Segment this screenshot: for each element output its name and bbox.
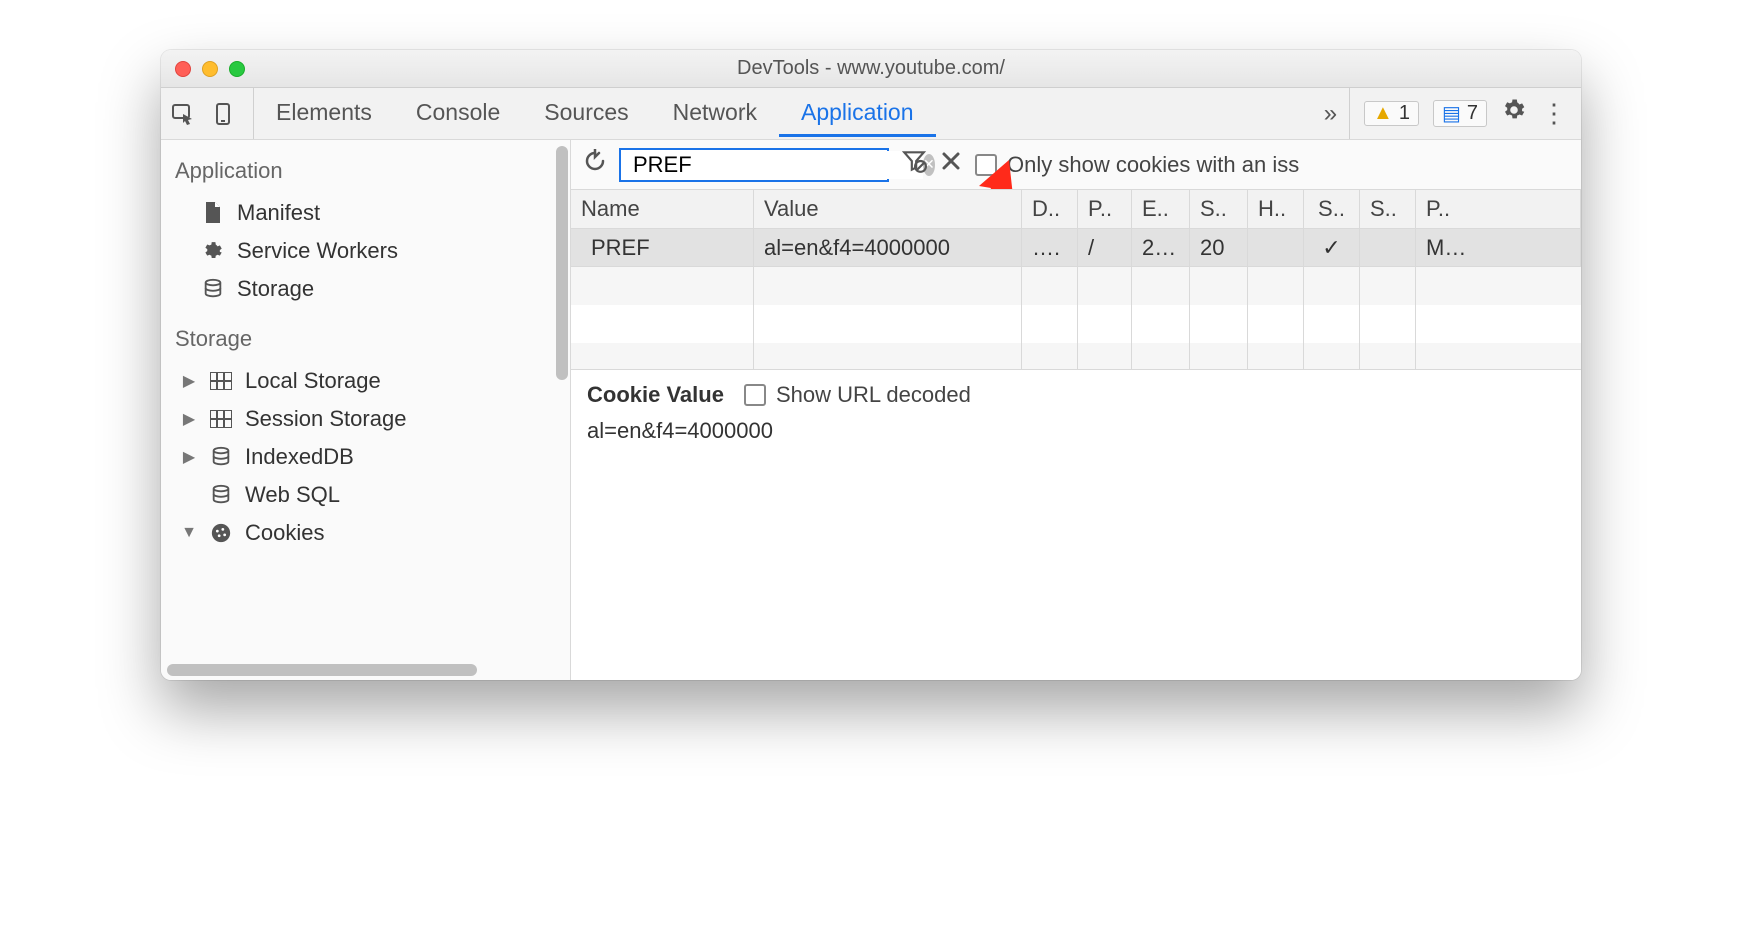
cell-path: / bbox=[1078, 229, 1132, 267]
disclosure-icon: ▶ bbox=[181, 409, 197, 429]
sidebar: Application Manifest Service Workers bbox=[161, 140, 571, 680]
table-row[interactable]: PREF al=en&f4=4000000 …. / 2… 20 ✓ M… bbox=[571, 229, 1581, 267]
cookies-panel: ✕ Only show coo bbox=[571, 140, 1581, 680]
cell-expires: 2… bbox=[1132, 229, 1190, 267]
col-expires[interactable]: E.. bbox=[1132, 190, 1190, 229]
group-storage-label: Storage bbox=[175, 326, 556, 352]
cookie-value-text: al=en&f4=4000000 bbox=[587, 418, 1565, 444]
cell-size: 20 bbox=[1190, 229, 1248, 267]
sidebar-item-label: IndexedDB bbox=[245, 444, 354, 470]
settings-button[interactable] bbox=[1501, 97, 1527, 130]
cell-name: PREF bbox=[571, 229, 754, 267]
group-application-label: Application bbox=[175, 158, 556, 184]
table-body: PREF al=en&f4=4000000 …. / 2… 20 ✓ M… bbox=[571, 229, 1581, 369]
sidebar-item-storage[interactable]: Storage bbox=[161, 270, 570, 308]
sidebar-item-label: Web SQL bbox=[245, 482, 340, 508]
col-value[interactable]: Value bbox=[754, 190, 1022, 229]
only-show-issues-toggle[interactable]: Only show cookies with an iss bbox=[975, 152, 1299, 178]
cell-priority: M… bbox=[1416, 229, 1581, 267]
tab-sources[interactable]: Sources bbox=[522, 88, 650, 139]
checkbox-icon[interactable] bbox=[744, 384, 766, 406]
tab-console[interactable]: Console bbox=[394, 88, 522, 139]
disclosure-icon: ▶ bbox=[181, 371, 197, 391]
sidebar-item-local-storage[interactable]: ▶ Local Storage bbox=[161, 362, 570, 400]
gear-icon bbox=[201, 239, 225, 263]
more-tabs-button[interactable]: » bbox=[1312, 88, 1350, 139]
sidebar-item-session-storage[interactable]: ▶ Session Storage bbox=[161, 400, 570, 438]
inspect-element-icon[interactable] bbox=[171, 102, 195, 126]
cookie-icon bbox=[209, 521, 233, 545]
device-mode-icon[interactable] bbox=[213, 102, 237, 126]
messages-count: 7 bbox=[1467, 102, 1478, 125]
grid-icon bbox=[209, 369, 233, 393]
cookie-filter-text[interactable] bbox=[631, 151, 923, 179]
sidebar-scrollbar[interactable] bbox=[556, 146, 568, 380]
warning-icon: ▲ bbox=[1373, 102, 1393, 125]
col-samesite[interactable]: S.. bbox=[1360, 190, 1416, 229]
refresh-button[interactable] bbox=[583, 149, 607, 180]
message-icon: ▤ bbox=[1442, 101, 1461, 126]
cookies-toolbar: ✕ Only show coo bbox=[571, 140, 1581, 190]
sidebar-item-label: Session Storage bbox=[245, 406, 406, 432]
col-priority[interactable]: P.. bbox=[1416, 190, 1581, 229]
delete-cookie-button[interactable] bbox=[939, 149, 963, 180]
disclosure-icon: ▼ bbox=[181, 524, 197, 542]
sidebar-item-indexeddb[interactable]: ▶ IndexedDB bbox=[161, 438, 570, 476]
col-name[interactable]: Name bbox=[571, 190, 754, 229]
panel-body: Application Manifest Service Workers bbox=[161, 140, 1581, 680]
cell-samesite bbox=[1360, 229, 1416, 267]
checkbox-icon[interactable] bbox=[975, 154, 997, 176]
messages-badge[interactable]: ▤ 7 bbox=[1433, 100, 1487, 127]
cell-value: al=en&f4=4000000 bbox=[754, 229, 1022, 267]
cell-secure: ✓ bbox=[1304, 229, 1360, 267]
col-domain[interactable]: D.. bbox=[1022, 190, 1078, 229]
sidebar-h-scrollbar[interactable] bbox=[167, 664, 477, 676]
table-header: Name Value D.. P.. E.. S.. H.. S.. S.. P… bbox=[571, 190, 1581, 229]
col-path[interactable]: P.. bbox=[1078, 190, 1132, 229]
sidebar-item-label: Manifest bbox=[237, 200, 320, 226]
only-show-label: Only show cookies with an iss bbox=[1007, 152, 1299, 178]
clear-filtered-button[interactable] bbox=[901, 148, 927, 181]
col-httponly[interactable]: H.. bbox=[1248, 190, 1304, 229]
window-title: DevTools - www.youtube.com/ bbox=[161, 57, 1581, 80]
grid-icon bbox=[209, 407, 233, 431]
devtools-toolbar: Elements Console Sources Network Applica… bbox=[161, 88, 1581, 140]
cookie-value-label: Cookie Value bbox=[587, 382, 724, 408]
col-size[interactable]: S.. bbox=[1190, 190, 1248, 229]
sidebar-item-manifest[interactable]: Manifest bbox=[161, 194, 570, 232]
cell-domain: …. bbox=[1022, 229, 1078, 267]
titlebar: DevTools - www.youtube.com/ bbox=[161, 50, 1581, 88]
storage-icon bbox=[209, 445, 233, 469]
cookies-table: Name Value D.. P.. E.. S.. H.. S.. S.. P… bbox=[571, 190, 1581, 370]
col-secure[interactable]: S.. bbox=[1304, 190, 1360, 229]
devtools-tabs: Elements Console Sources Network Applica… bbox=[254, 88, 1312, 139]
tab-elements[interactable]: Elements bbox=[254, 88, 394, 139]
cell-httponly bbox=[1248, 229, 1304, 267]
sidebar-item-service-workers[interactable]: Service Workers bbox=[161, 232, 570, 270]
sidebar-item-cookies[interactable]: ▼ Cookies bbox=[161, 514, 570, 552]
sidebar-item-label: Local Storage bbox=[245, 368, 381, 394]
kebab-menu-button[interactable]: ⋮ bbox=[1541, 98, 1567, 129]
sidebar-item-label: Service Workers bbox=[237, 238, 398, 264]
cookie-detail: Cookie Value Show URL decoded al=en&f4=4… bbox=[571, 370, 1581, 456]
storage-icon bbox=[209, 483, 233, 507]
sidebar-item-label: Storage bbox=[237, 276, 314, 302]
disclosure-icon: ▶ bbox=[181, 447, 197, 467]
tab-application[interactable]: Application bbox=[779, 88, 936, 139]
url-decode-label: Show URL decoded bbox=[776, 382, 971, 408]
devtools-window: DevTools - www.youtube.com/ Elements Con… bbox=[161, 50, 1581, 680]
manifest-icon bbox=[201, 201, 225, 225]
tab-network[interactable]: Network bbox=[651, 88, 779, 139]
url-decode-toggle[interactable]: Show URL decoded bbox=[744, 382, 971, 408]
sidebar-item-label: Cookies bbox=[245, 520, 324, 546]
storage-icon bbox=[201, 277, 225, 301]
cookie-filter-input[interactable]: ✕ bbox=[619, 148, 889, 182]
warnings-badge[interactable]: ▲ 1 bbox=[1364, 101, 1419, 126]
sidebar-item-websql[interactable]: Web SQL bbox=[161, 476, 570, 514]
warnings-count: 1 bbox=[1399, 102, 1410, 125]
